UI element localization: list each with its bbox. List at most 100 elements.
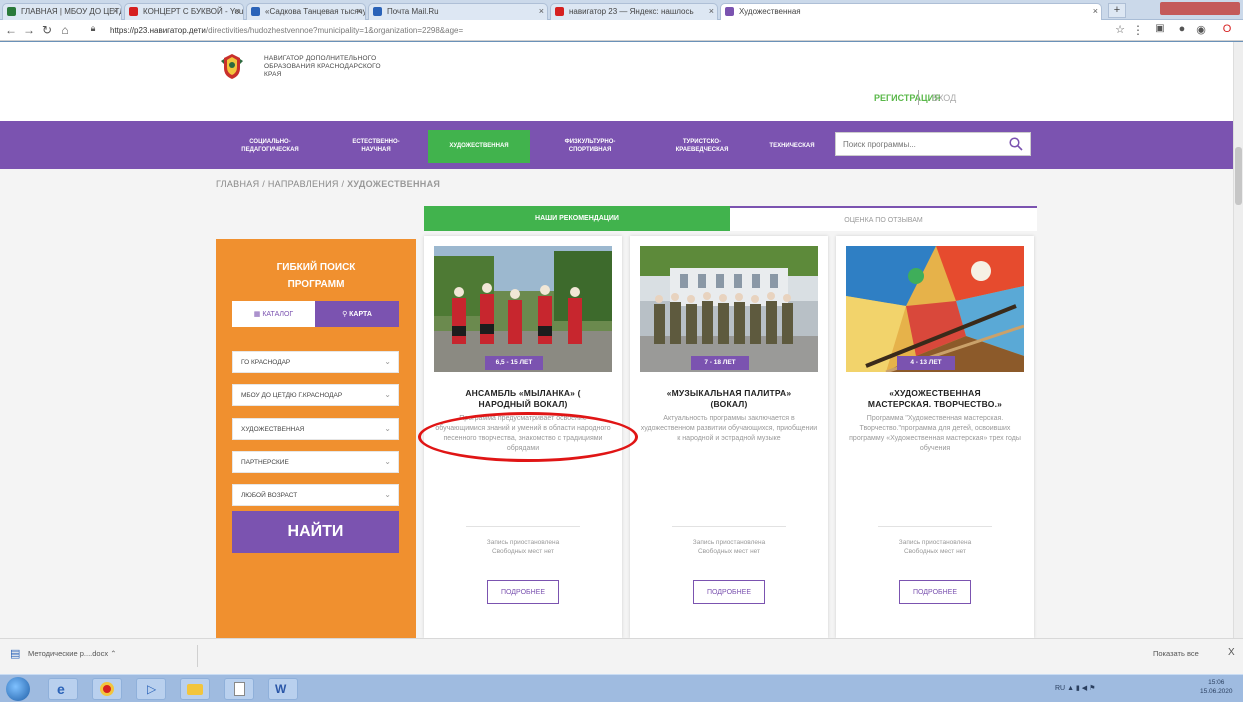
browser-tab[interactable]: ГЛАВНАЯ | МБОУ ДО ЦЕТДЮ × [2,3,122,20]
page-viewport: НАВИГАТОР ДОПОЛНИТЕЛЬНОГО ОБРАЗОВАНИЯ КР… [0,42,1233,638]
word-document-icon: ▤ [10,648,21,660]
program-card[interactable]: 7 - 18 ЛЕТ «МУЗЫКАЛЬНАЯ ПАЛИТРА» (ВОКАЛ) … [630,236,828,638]
star-icon[interactable]: ☆ [1113,23,1127,36]
browser-tab[interactable]: «Садкова Танцевая тысячу…»× [246,3,366,20]
nav-item-sport[interactable]: ФИЗКУЛЬТУРНО- СПОРТИВНАЯ [540,138,640,154]
extension-icon[interactable]: ◉ [1194,23,1208,36]
scrollbar-thumb[interactable] [1235,147,1242,205]
site-header: НАВИГАТОР ДОПОЛНИТЕЛЬНОГО ОБРАЗОВАНИЯ КР… [0,42,1233,121]
card-description: Программа "Художественная мастерская. Тв… [849,415,1021,452]
profile-icon[interactable]: ● [1175,23,1189,35]
type-select[interactable]: ПАРТНЕРСКИЕ ⌄ [232,451,399,473]
annotation-highlight-oval [418,412,638,462]
logo-text-line: КРАЯ [264,71,282,78]
close-tab-icon[interactable]: × [709,6,714,16]
site-favicon-icon [725,7,734,16]
new-tab-button[interactable]: + [1108,3,1126,18]
card-title[interactable]: АНСАМБЛЬ «МЫЛАНКА» (НАРОДНЫЙ ВОКАЛ) [430,388,616,410]
breadcrumb-home[interactable]: ГЛАВНАЯ [216,179,259,189]
municipality-select[interactable]: ГО КРАСНОДАР ⌄ [232,351,399,373]
explorer-folder-icon[interactable] [180,678,210,700]
direction-select[interactable]: ХУДОЖЕСТВЕННАЯ ⌄ [232,418,399,440]
view-toggle: ▦ КАТАЛОГ ⚲ КАРТА [232,301,399,327]
age-badge: 4 - 13 ЛЕТ [897,356,955,370]
age-badge: 6,5 - 15 ЛЕТ [485,356,543,370]
nav-item-science[interactable]: ЕСТЕСТВЕННО- НАУЧНАЯ [330,138,422,154]
chevron-up-icon[interactable]: ⌃ [110,649,116,658]
close-tab-icon[interactable]: × [113,6,118,16]
login-link[interactable]: ВХОД [932,93,956,103]
back-icon[interactable]: ← [4,23,18,37]
media-player-icon[interactable]: ▷ [136,678,166,700]
breadcrumb: ГЛАВНАЯ / НАПРАВЛЕНИЯ / ХУДОЖЕСТВЕННАЯ [216,179,441,189]
details-button[interactable]: ПОДРОБНЕЕ [693,580,765,604]
show-all-downloads-link[interactable]: Показать все [1153,649,1199,658]
chrome-icon[interactable] [92,678,122,700]
map-button[interactable]: ⚲ КАРТА [315,301,399,327]
browser-tab-active[interactable]: Художественная × [720,3,1102,20]
chevron-down-icon: ⌄ [384,457,391,466]
trash-icon[interactable]: ▣ [1153,23,1167,34]
breadcrumb-section[interactable]: НАПРАВЛЕНИЯ [268,179,339,189]
close-tab-icon[interactable]: × [235,6,240,16]
youtube-icon [129,7,138,16]
art-workshop-photo[interactable] [846,246,1024,372]
close-download-bar-icon[interactable]: X [1228,647,1235,658]
card-title[interactable]: «ХУДОЖЕСТВЕННАЯ МАСТЕРСКАЯ. ТВОРЧЕСТВО.» [842,388,1028,410]
home-icon[interactable]: ⌂ [58,23,72,37]
breadcrumb-current: ХУДОЖЕСТВЕННАЯ [347,179,441,189]
address-bar: ← → ↻ ⌂ 🔒︎ https://p23.навигатор.дети/di… [0,20,1243,41]
browser-tab-bar: ГЛАВНАЯ | МБОУ ДО ЦЕТДЮ × КОНЦЕРТ С БУКВО… [0,0,1243,20]
url-field[interactable]: https://p23.навигатор.дети/directivities… [110,23,463,38]
enrollment-status: Запись приостановлена Свободных мест нет [692,539,766,555]
reload-icon[interactable]: ↻ [40,23,54,37]
nav-item-technical[interactable]: ТЕХНИЧЕСКАЯ [752,142,832,150]
close-tab-icon[interactable]: × [357,6,362,16]
system-clock[interactable]: 15:06 15.06.2020 [1200,678,1233,696]
site-favicon-icon [251,7,260,16]
window-controls[interactable] [1160,2,1240,15]
catalog-button[interactable]: ▦ КАТАЛОГ [232,301,315,327]
music-palette-photo[interactable] [640,246,818,372]
tab-our-recommendations[interactable]: НАШИ РЕКОМЕНДАЦИИ [424,206,730,231]
system-tray[interactable]: RU ▲ ▮ ◀ ⚑ [1055,684,1095,692]
chevron-down-icon: ⌄ [384,490,391,499]
search-input[interactable] [836,134,986,154]
program-card[interactable]: 4 - 13 ЛЕТ «ХУДОЖЕСТВЕННАЯ МАСТЕРСКАЯ. ТВ… [836,236,1034,638]
menu-dots-icon[interactable]: ⋮ [1131,23,1145,37]
age-select[interactable]: ЛЮБОЙ ВОЗРАСТ ⌄ [232,484,399,506]
flexible-search-panel: ГИБКИЙ ПОИСК ПРОГРАММ ▦ КАТАЛОГ ⚲ КАРТА Г… [216,239,416,638]
browser-tab[interactable]: Почта Mail.Ru × [368,3,548,20]
document-icon[interactable] [224,678,254,700]
nav-item-tourism[interactable]: ТУРИСТСКО- КРАЕВЕДЧЕСКАЯ [652,138,752,154]
nav-item-social[interactable]: СОЦИАЛЬНО- ПЕДАГОГИЧЕСКАЯ [218,138,322,154]
register-link[interactable]: РЕГИСТРАЦИЯ [874,93,941,103]
close-tab-icon[interactable]: × [1093,6,1098,16]
download-item[interactable]: Методические р....docx ⌃ [28,649,116,658]
card-title[interactable]: «МУЗЫКАЛЬНАЯ ПАЛИТРА» (ВОКАЛ) [636,388,822,410]
start-button-icon[interactable] [6,677,30,701]
opera-icon[interactable]: O [1220,23,1234,35]
forward-icon[interactable]: → [22,23,36,37]
chevron-down-icon: ⌄ [384,390,391,399]
browser-tab[interactable]: КОНЦЕРТ С БУКВОЙ - YouTube× [124,3,244,20]
logo-text-line: НАВИГАТОР ДОПОЛНИТЕЛЬНОГО [264,55,377,62]
card-divider [466,526,580,527]
find-button[interactable]: НАЙТИ [232,511,399,553]
organization-select[interactable]: МБОУ ДО ЦЕТДЮ Г.КРАСНОДАР ⌄ [232,384,399,406]
browser-tab[interactable]: навигатор 23 — Яндекс: нашлось × [550,3,718,20]
details-button[interactable]: ПОДРОБНЕЕ [487,580,559,604]
card-divider [878,526,992,527]
search-icon[interactable] [1009,137,1023,151]
page-scrollbar[interactable] [1233,42,1243,638]
header-divider [918,90,919,105]
details-button[interactable]: ПОДРОБНЕЕ [899,580,971,604]
ensemble-photo[interactable] [434,246,612,372]
krasnodar-crest-icon[interactable] [220,52,244,80]
internet-explorer-icon[interactable]: e [48,678,78,700]
filter-title: ГИБКИЙ ПОИСК ПРОГРАММ [276,262,356,290]
tab-rating-by-reviews[interactable]: ОЦЕНКА ПО ОТЗЫВАМ [730,206,1037,231]
close-tab-icon[interactable]: × [539,6,544,16]
word-icon[interactable]: W [268,678,298,700]
logo-text-line: ОБРАЗОВАНИЯ КРАСНОДАРСКОГО [264,63,381,70]
